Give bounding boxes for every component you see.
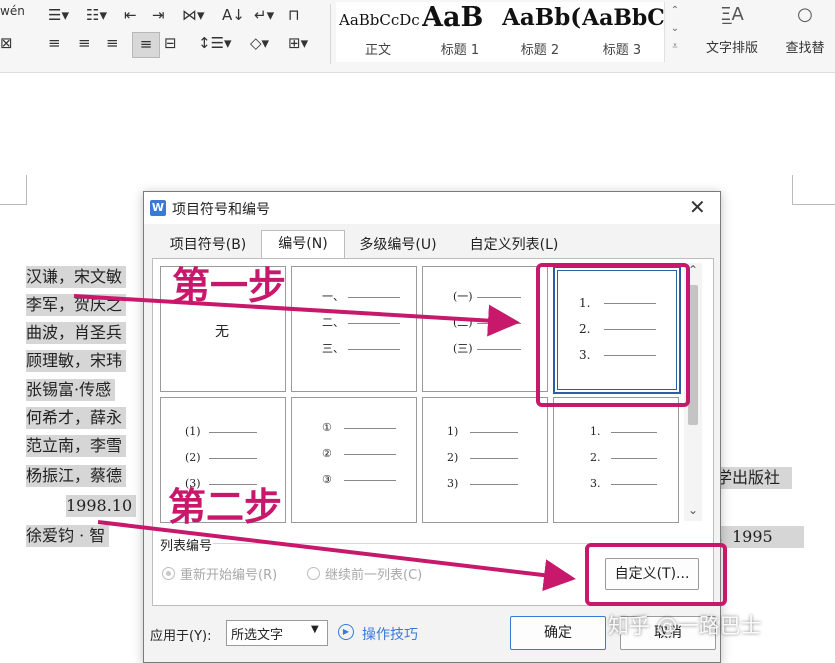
step2-highlight-box — [585, 543, 727, 606]
step1-highlight-box — [536, 263, 690, 407]
step2-label: 第二步 — [168, 485, 283, 529]
step1-arrow — [73, 294, 520, 337]
step1-label: 第一步 — [172, 264, 287, 308]
zhihu-watermark: 知乎 @一路巴士 — [608, 614, 762, 638]
